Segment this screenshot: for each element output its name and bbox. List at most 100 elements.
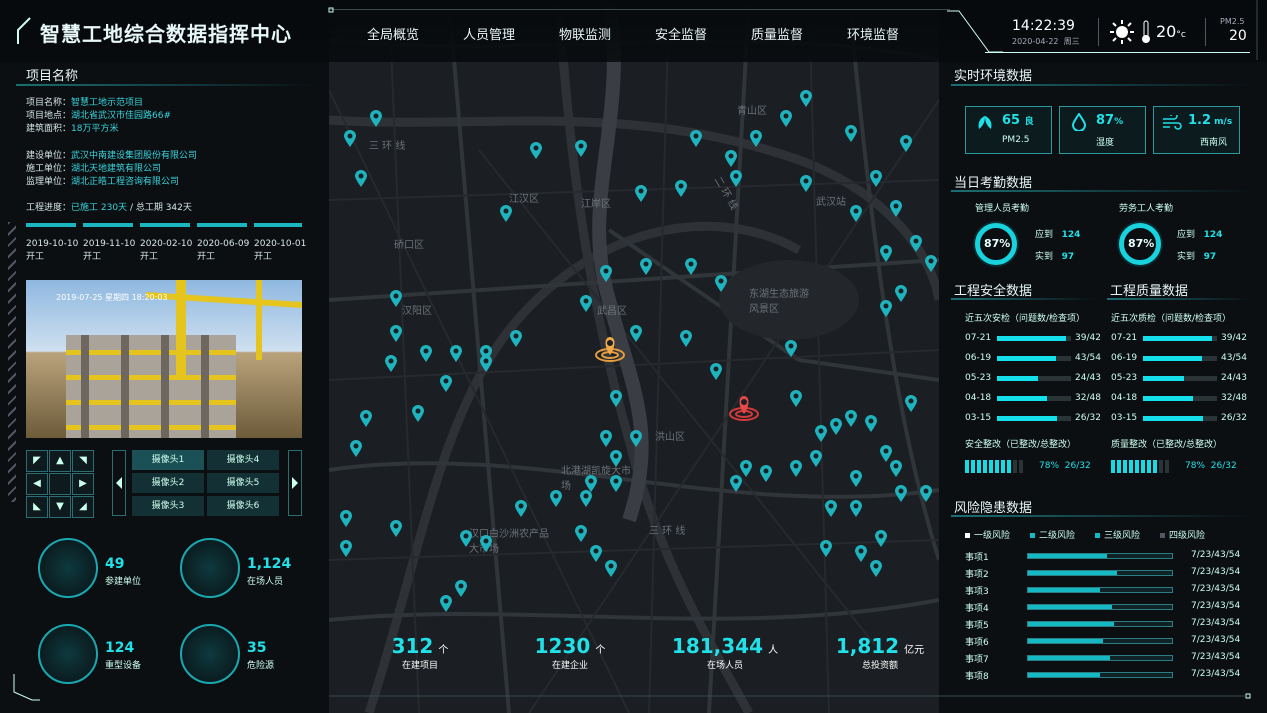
site-pin-icon[interactable] bbox=[784, 340, 798, 358]
site-pin-icon[interactable] bbox=[339, 510, 353, 528]
site-pin-icon[interactable] bbox=[599, 430, 613, 448]
site-pin-icon[interactable] bbox=[634, 185, 648, 203]
site-pin-icon[interactable] bbox=[349, 440, 363, 458]
site-pin-icon[interactable] bbox=[749, 130, 763, 148]
site-pin-icon[interactable] bbox=[389, 325, 403, 343]
ptz-up-left-button[interactable]: ◤ bbox=[26, 450, 48, 472]
site-pin-icon[interactable] bbox=[479, 355, 493, 373]
site-pin-icon[interactable] bbox=[894, 485, 908, 503]
ptz-center-button[interactable] bbox=[49, 473, 71, 495]
site-pin-icon[interactable] bbox=[359, 410, 373, 428]
camera-6-button[interactable]: 摄像头6 bbox=[207, 496, 279, 516]
site-pin-icon[interactable] bbox=[499, 205, 513, 223]
ptz-left-button[interactable]: ◀ bbox=[26, 473, 48, 495]
nav-environment[interactable]: 环境监督 bbox=[847, 24, 899, 43]
site-pin-icon[interactable] bbox=[829, 418, 843, 436]
site-pin-icon[interactable] bbox=[479, 535, 493, 553]
site-pin-icon[interactable] bbox=[599, 265, 613, 283]
site-pin-icon[interactable] bbox=[849, 470, 863, 488]
ptz-up-button[interactable]: ▲ bbox=[49, 450, 71, 472]
city-map[interactable]: 青山区 江汉区 江岸区 武汉站 硚口区 汉阳区 武昌区 洪山区 东湖生态旅游风景… bbox=[329, 0, 939, 713]
site-pin-icon[interactable] bbox=[589, 545, 603, 563]
site-pin-icon[interactable] bbox=[824, 500, 838, 518]
site-pin-icon[interactable] bbox=[869, 170, 883, 188]
site-pin-icon[interactable] bbox=[514, 500, 528, 518]
site-pin-icon[interactable] bbox=[879, 300, 893, 318]
highlight-marker-red-icon[interactable] bbox=[729, 392, 759, 422]
camera-prev-button[interactable] bbox=[112, 450, 126, 516]
site-pin-icon[interactable] bbox=[729, 475, 743, 493]
site-pin-icon[interactable] bbox=[509, 330, 523, 348]
nav-iot[interactable]: 物联监测 bbox=[559, 24, 611, 43]
site-pin-icon[interactable] bbox=[411, 405, 425, 423]
ptz-down-right-button[interactable]: ◢ bbox=[72, 496, 94, 518]
site-pin-icon[interactable] bbox=[889, 200, 903, 218]
site-pin-icon[interactable] bbox=[799, 175, 813, 193]
site-pin-icon[interactable] bbox=[849, 205, 863, 223]
site-pin-icon[interactable] bbox=[579, 295, 593, 313]
site-pin-icon[interactable] bbox=[724, 150, 738, 168]
site-pin-icon[interactable] bbox=[684, 258, 698, 276]
site-pin-icon[interactable] bbox=[574, 140, 588, 158]
site-pin-icon[interactable] bbox=[689, 130, 703, 148]
site-pin-icon[interactable] bbox=[729, 170, 743, 188]
highlight-marker-orange-icon[interactable] bbox=[595, 333, 625, 363]
site-pin-icon[interactable] bbox=[844, 410, 858, 428]
camera-5-button[interactable]: 摄像头5 bbox=[207, 473, 279, 493]
site-pin-icon[interactable] bbox=[574, 525, 588, 543]
site-pin-icon[interactable] bbox=[799, 90, 813, 108]
camera-4-button[interactable]: 摄像头4 bbox=[207, 450, 279, 470]
site-pin-icon[interactable] bbox=[459, 530, 473, 548]
site-pin-icon[interactable] bbox=[339, 540, 353, 558]
site-pin-icon[interactable] bbox=[419, 345, 433, 363]
camera-next-button[interactable] bbox=[288, 450, 302, 516]
camera-2-button[interactable]: 摄像头2 bbox=[132, 473, 204, 493]
site-pin-icon[interactable] bbox=[789, 460, 803, 478]
site-pin-icon[interactable] bbox=[869, 560, 883, 578]
site-pin-icon[interactable] bbox=[679, 330, 693, 348]
site-pin-icon[interactable] bbox=[389, 290, 403, 308]
ptz-down-left-button[interactable]: ◣ bbox=[26, 496, 48, 518]
site-pin-icon[interactable] bbox=[674, 180, 688, 198]
site-pin-icon[interactable] bbox=[354, 170, 368, 188]
nav-personnel[interactable]: 人员管理 bbox=[463, 24, 515, 43]
site-pin-icon[interactable] bbox=[779, 110, 793, 128]
camera-3-button[interactable]: 摄像头3 bbox=[132, 496, 204, 516]
nav-quality[interactable]: 质量监督 bbox=[751, 24, 803, 43]
site-pin-icon[interactable] bbox=[864, 415, 878, 433]
site-pin-icon[interactable] bbox=[874, 530, 888, 548]
site-pin-icon[interactable] bbox=[639, 258, 653, 276]
site-pin-icon[interactable] bbox=[844, 125, 858, 143]
site-pin-icon[interactable] bbox=[384, 355, 398, 373]
site-pin-icon[interactable] bbox=[759, 465, 773, 483]
site-pin-icon[interactable] bbox=[819, 540, 833, 558]
site-pin-icon[interactable] bbox=[879, 245, 893, 263]
site-pin-icon[interactable] bbox=[389, 520, 403, 538]
site-pin-icon[interactable] bbox=[909, 235, 923, 253]
site-pin-icon[interactable] bbox=[899, 135, 913, 153]
site-pin-icon[interactable] bbox=[814, 425, 828, 443]
site-pin-icon[interactable] bbox=[854, 545, 868, 563]
site-pin-icon[interactable] bbox=[629, 430, 643, 448]
site-pin-icon[interactable] bbox=[904, 395, 918, 413]
site-pin-icon[interactable] bbox=[714, 275, 728, 293]
site-pin-icon[interactable] bbox=[894, 285, 908, 303]
site-pin-icon[interactable] bbox=[919, 485, 933, 503]
site-pin-icon[interactable] bbox=[609, 450, 623, 468]
site-pin-icon[interactable] bbox=[343, 130, 357, 148]
site-pin-icon[interactable] bbox=[439, 375, 453, 393]
site-pin-icon[interactable] bbox=[609, 475, 623, 493]
site-pin-icon[interactable] bbox=[454, 580, 468, 598]
site-pin-icon[interactable] bbox=[369, 110, 383, 128]
site-pin-icon[interactable] bbox=[849, 500, 863, 518]
site-pin-icon[interactable] bbox=[609, 390, 623, 408]
site-pin-icon[interactable] bbox=[789, 390, 803, 408]
site-pin-icon[interactable] bbox=[889, 460, 903, 478]
ptz-right-button[interactable]: ▶ bbox=[72, 473, 94, 495]
site-pin-icon[interactable] bbox=[924, 255, 938, 273]
site-pin-icon[interactable] bbox=[449, 345, 463, 363]
site-pin-icon[interactable] bbox=[529, 142, 543, 160]
site-pin-icon[interactable] bbox=[709, 363, 723, 381]
site-pin-icon[interactable] bbox=[584, 475, 598, 493]
camera-feed[interactable]: 2019-07-25 星期四 18:20:03 bbox=[26, 280, 302, 438]
